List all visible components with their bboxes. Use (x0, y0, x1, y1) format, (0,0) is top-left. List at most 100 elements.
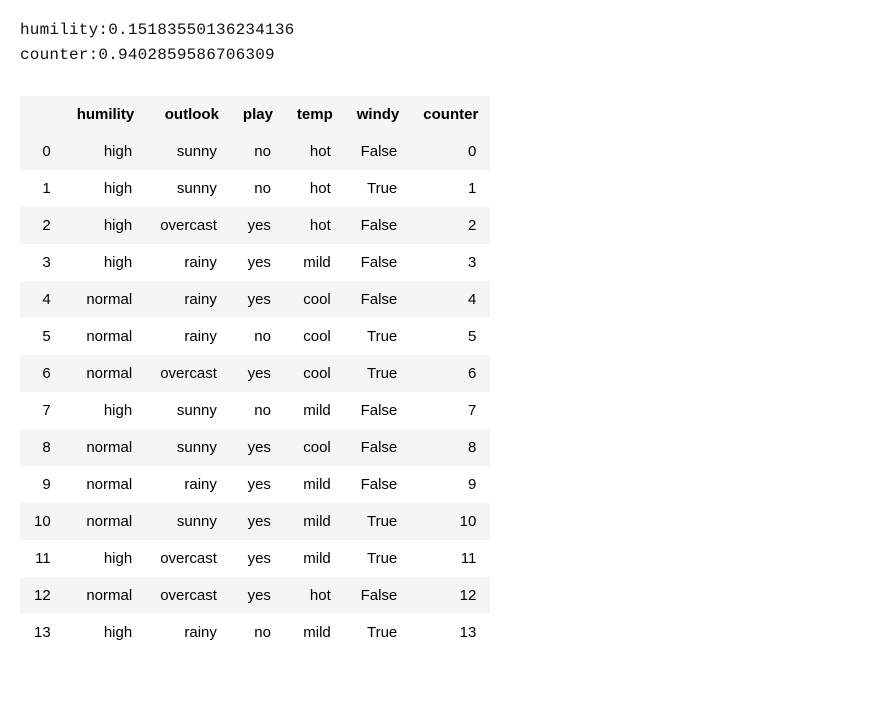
row-index: 10 (20, 503, 65, 540)
table-row: 7highsunnynomildFalse7 (20, 392, 490, 429)
row-index: 3 (20, 244, 65, 281)
col-header: outlook (146, 96, 231, 133)
cell: normal (65, 466, 147, 503)
cell: cool (285, 355, 345, 392)
row-index: 0 (20, 133, 65, 170)
cell: hot (285, 577, 345, 614)
cell: rainy (146, 281, 231, 318)
cell: 10 (411, 503, 490, 540)
cell: True (345, 170, 412, 207)
console-line: counter:0.9402859586706309 (20, 43, 868, 68)
table-row: 10normalsunnyyesmildTrue10 (20, 503, 490, 540)
index-header-blank (20, 96, 65, 133)
cell: mild (285, 466, 345, 503)
console-line: humility:0.15183550136234136 (20, 18, 868, 43)
cell: sunny (146, 133, 231, 170)
cell: False (345, 466, 412, 503)
row-index: 9 (20, 466, 65, 503)
cell: 5 (411, 318, 490, 355)
cell: yes (231, 207, 285, 244)
cell: True (345, 614, 412, 651)
cell: overcast (146, 355, 231, 392)
col-header: play (231, 96, 285, 133)
cell: 11 (411, 540, 490, 577)
cell: yes (231, 244, 285, 281)
table-row: 11highovercastyesmildTrue11 (20, 540, 490, 577)
cell: False (345, 244, 412, 281)
cell: 13 (411, 614, 490, 651)
cell: mild (285, 392, 345, 429)
cell: rainy (146, 614, 231, 651)
cell: 7 (411, 392, 490, 429)
row-index: 2 (20, 207, 65, 244)
cell: 4 (411, 281, 490, 318)
cell: high (65, 170, 147, 207)
cell: 9 (411, 466, 490, 503)
row-index: 8 (20, 429, 65, 466)
cell: no (231, 392, 285, 429)
cell: yes (231, 355, 285, 392)
cell: 3 (411, 244, 490, 281)
cell: high (65, 244, 147, 281)
cell: no (231, 170, 285, 207)
table-row: 3highrainyyesmildFalse3 (20, 244, 490, 281)
row-index: 12 (20, 577, 65, 614)
col-header: humility (65, 96, 147, 133)
cell: hot (285, 207, 345, 244)
cell: hot (285, 133, 345, 170)
cell: False (345, 577, 412, 614)
cell: mild (285, 614, 345, 651)
row-index: 6 (20, 355, 65, 392)
table-row: 0highsunnynohotFalse0 (20, 133, 490, 170)
cell: mild (285, 244, 345, 281)
cell: False (345, 133, 412, 170)
cell: yes (231, 577, 285, 614)
data-table: humility outlook play temp windy counter… (20, 96, 490, 651)
col-header: temp (285, 96, 345, 133)
cell: mild (285, 503, 345, 540)
row-index: 7 (20, 392, 65, 429)
cell: False (345, 207, 412, 244)
cell: 0 (411, 133, 490, 170)
cell: no (231, 614, 285, 651)
cell: overcast (146, 540, 231, 577)
cell: high (65, 133, 147, 170)
cell: overcast (146, 207, 231, 244)
cell: high (65, 614, 147, 651)
cell: rainy (146, 244, 231, 281)
cell: 6 (411, 355, 490, 392)
table-row: 4normalrainyyescoolFalse4 (20, 281, 490, 318)
table-row: 5normalrainynocoolTrue5 (20, 318, 490, 355)
cell: sunny (146, 429, 231, 466)
row-index: 1 (20, 170, 65, 207)
cell: False (345, 281, 412, 318)
cell: cool (285, 429, 345, 466)
cell: yes (231, 540, 285, 577)
cell: high (65, 207, 147, 244)
cell: normal (65, 577, 147, 614)
cell: yes (231, 503, 285, 540)
row-index: 5 (20, 318, 65, 355)
console-output: humility:0.15183550136234136 counter:0.9… (20, 18, 868, 68)
cell: sunny (146, 170, 231, 207)
cell: True (345, 503, 412, 540)
table-row: 6normalovercastyescoolTrue6 (20, 355, 490, 392)
table-row: 1highsunnynohotTrue1 (20, 170, 490, 207)
cell: rainy (146, 318, 231, 355)
col-header: counter (411, 96, 490, 133)
cell: normal (65, 281, 147, 318)
cell: sunny (146, 503, 231, 540)
cell: cool (285, 318, 345, 355)
row-index: 13 (20, 614, 65, 651)
cell: 8 (411, 429, 490, 466)
cell: rainy (146, 466, 231, 503)
cell: no (231, 133, 285, 170)
cell: hot (285, 170, 345, 207)
row-index: 11 (20, 540, 65, 577)
cell: yes (231, 466, 285, 503)
cell: 12 (411, 577, 490, 614)
cell: normal (65, 503, 147, 540)
cell: 1 (411, 170, 490, 207)
table-row: 2highovercastyeshotFalse2 (20, 207, 490, 244)
cell: False (345, 429, 412, 466)
